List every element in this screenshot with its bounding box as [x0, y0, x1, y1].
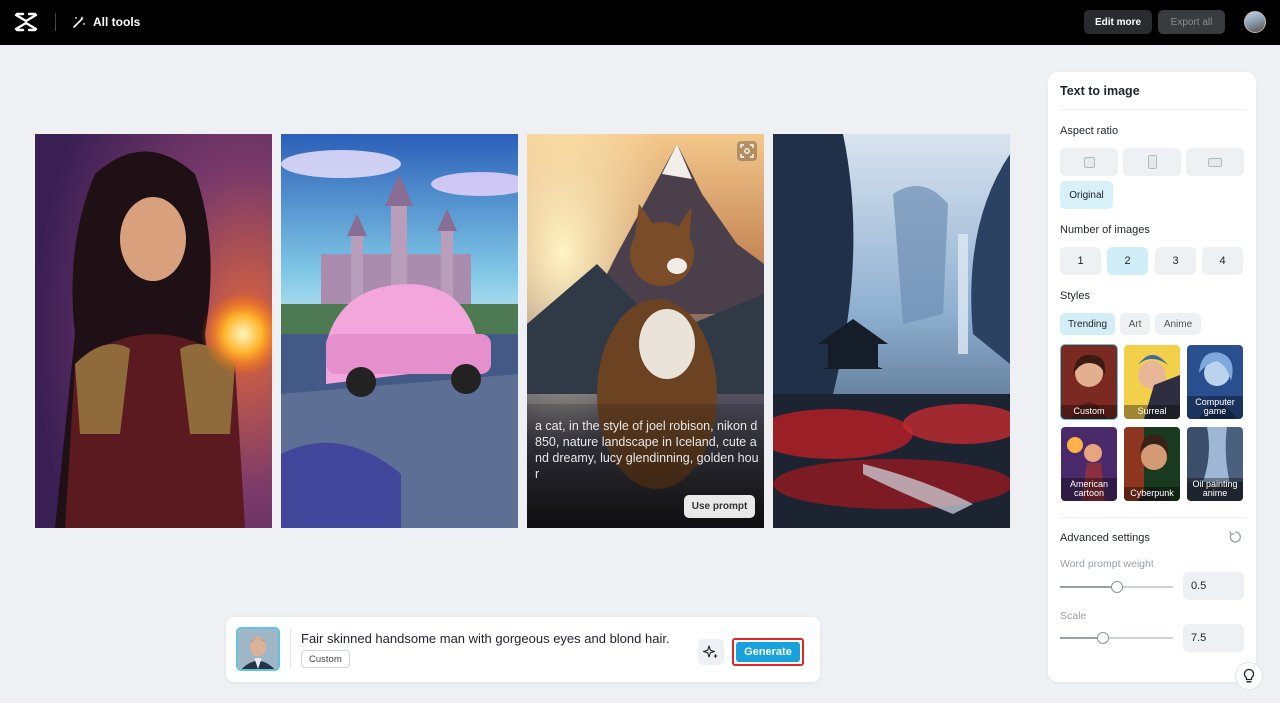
reset-icon[interactable]	[1228, 530, 1242, 544]
scale-slider-handle[interactable]	[1097, 632, 1109, 644]
generated-image-1[interactable]	[35, 134, 272, 528]
style-cyberpunk[interactable]: Cyberpunk	[1124, 427, 1180, 501]
enhance-prompt-button[interactable]	[698, 639, 724, 665]
generated-image-2[interactable]	[281, 134, 518, 528]
aspect-ratio-label: Aspect ratio	[1060, 125, 1119, 137]
generate-button[interactable]: Generate	[736, 642, 800, 662]
scale-slider[interactable]	[1060, 632, 1173, 644]
advanced-settings-label: Advanced settings	[1060, 532, 1150, 544]
tab-trending[interactable]: Trending	[1060, 313, 1115, 335]
sparkle-icon	[703, 645, 718, 659]
all-tools-label: All tools	[93, 15, 141, 29]
aspect-landscape-button[interactable]	[1186, 148, 1244, 176]
generated-image-3[interactable]: a cat, in the style of joel robison, nik…	[527, 134, 764, 528]
word-prompt-weight-slider[interactable]	[1060, 581, 1173, 593]
help-button[interactable]	[1235, 662, 1263, 690]
all-tools-button[interactable]: All tools	[72, 12, 140, 32]
aspect-square-button[interactable]	[1060, 148, 1118, 176]
style-custom[interactable]: Custom	[1060, 344, 1118, 420]
topbar-divider	[55, 13, 56, 31]
reference-image-thumbnail[interactable]	[236, 627, 280, 671]
styles-label: Styles	[1060, 290, 1090, 302]
capcut-logo-icon[interactable]	[14, 11, 38, 33]
word-prompt-weight-label: Word prompt weight	[1060, 558, 1154, 570]
number-of-images-label: Number of images	[1060, 224, 1150, 236]
style-computer-game[interactable]: Computer game	[1187, 345, 1243, 419]
portrait-ratio-icon	[1147, 155, 1157, 169]
export-all-button[interactable]: Export all	[1158, 10, 1225, 34]
style-american-cartoon[interactable]: American cartoon	[1061, 427, 1117, 501]
panel-title: Text to image	[1060, 84, 1140, 98]
lightbulb-icon	[1243, 668, 1255, 683]
scale-label: Scale	[1060, 610, 1087, 622]
text-to-image-panel: Text to image Aspect ratio Original Numb…	[1048, 72, 1256, 682]
advanced-divider	[1060, 517, 1246, 518]
num-images-4-button[interactable]: 4	[1202, 247, 1243, 275]
generate-highlight: Generate	[732, 638, 804, 666]
prompt-bar: Fair skinned handsome man with gorgeous …	[226, 617, 820, 682]
user-avatar[interactable]	[1244, 11, 1266, 33]
tab-art[interactable]: Art	[1120, 313, 1150, 335]
top-bar: All tools Edit more Export all	[0, 0, 1280, 45]
landscape-ratio-icon	[1208, 157, 1222, 167]
style-oil-painting-anime-label: Oil painting anime	[1187, 478, 1243, 501]
use-prompt-button[interactable]: Use prompt	[684, 495, 755, 518]
image-prompt-text: a cat, in the style of joel robison, nik…	[535, 419, 759, 481]
num-images-1-button[interactable]: 1	[1060, 247, 1101, 275]
misty-canyon-image	[773, 134, 1010, 528]
scale-input[interactable]: 7.5	[1183, 624, 1244, 652]
word-weight-slider-handle[interactable]	[1111, 581, 1123, 593]
style-surreal[interactable]: Surreal	[1124, 345, 1180, 419]
style-tag[interactable]: Custom	[301, 650, 350, 668]
style-computer-game-label: Computer game	[1187, 396, 1243, 419]
tab-anime[interactable]: Anime	[1155, 313, 1201, 335]
style-custom-label: Custom	[1061, 405, 1117, 419]
num-images-2-button[interactable]: 2	[1107, 247, 1148, 275]
magic-wand-icon	[73, 16, 85, 28]
word-prompt-weight-input[interactable]: 0.5	[1183, 572, 1244, 600]
num-images-3-button[interactable]: 3	[1155, 247, 1196, 275]
style-american-cartoon-label: American cartoon	[1061, 478, 1117, 501]
prompt-bar-divider	[290, 629, 291, 669]
edit-more-button[interactable]: Edit more	[1084, 10, 1152, 34]
panel-divider	[1060, 109, 1246, 110]
square-ratio-icon	[1083, 156, 1095, 168]
scan-image-icon[interactable]	[737, 141, 757, 161]
style-surreal-label: Surreal	[1124, 405, 1180, 419]
reference-portrait-image	[238, 629, 278, 669]
style-cyberpunk-label: Cyberpunk	[1124, 487, 1180, 501]
prompt-input[interactable]: Fair skinned handsome man with gorgeous …	[301, 631, 670, 646]
generated-image-4[interactable]	[773, 134, 1010, 528]
aspect-portrait-button[interactable]	[1123, 148, 1181, 176]
pink-car-castle-image	[281, 134, 518, 528]
aspect-original-button[interactable]: Original	[1060, 181, 1113, 209]
style-oil-painting-anime[interactable]: Oil painting anime	[1187, 427, 1243, 501]
warrior-woman-image	[35, 134, 272, 528]
word-weight-fill	[1060, 586, 1117, 588]
